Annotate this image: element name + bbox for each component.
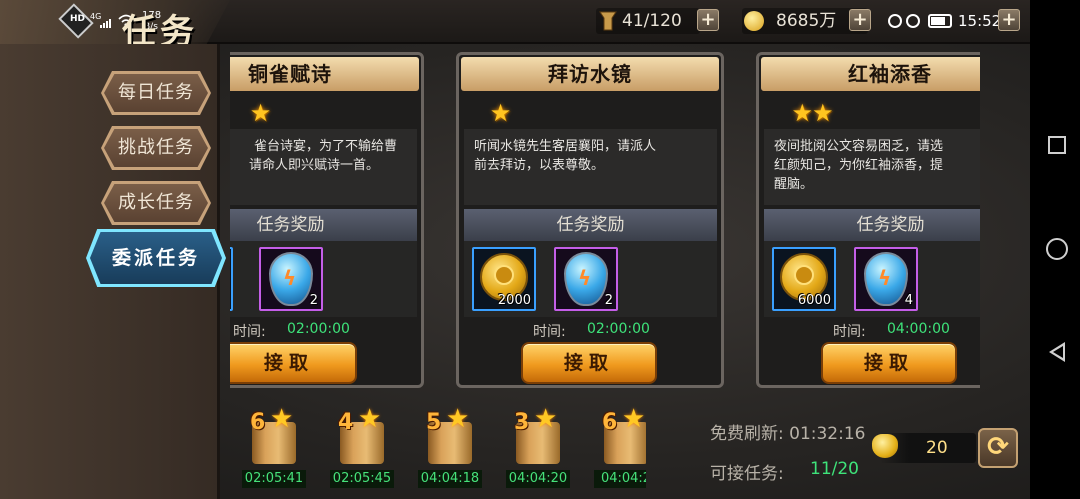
gem-icon: ϟ [864,252,908,306]
add-stamina-button[interactable]: + [697,9,719,31]
accept-button[interactable]: 接取 [230,342,357,384]
signal-icon [100,18,112,28]
dispatch-scroll-slot[interactable]: 6 ★ 02:05:41 [242,404,306,488]
free-refresh-label: 免费刷新: 01:32:16 [710,424,866,444]
tab-growth-tasks[interactable]: 成长任务 [104,184,208,222]
gold-cost-value: 20 [926,438,948,458]
desc-line: 前去拜访，以表尊敬。 [474,158,605,173]
star-icon: ★ [534,404,558,434]
scroll-timer: 04:04:20 [506,470,570,488]
tab-daily-tasks[interactable]: 每日任务 [104,74,208,112]
reward-area: ϟ 2 [230,241,417,317]
home-icon[interactable] [1046,238,1068,260]
star-icon: ★ [622,404,646,434]
coin-icon [744,11,764,31]
scroll-level: 6 [250,410,266,435]
time-label: 时间: [833,324,866,340]
star-icon: ★ [358,404,382,434]
scroll-timer: 02:05:41 [242,470,306,488]
dispatch-scroll-slot[interactable]: 3 ★ 04:04:20 [506,404,570,488]
reward-header: 任务奖励 [764,209,980,241]
item-count: 6000 [797,293,831,308]
star-icon: ★ [489,99,512,127]
item-count: 2 [604,293,613,308]
clock: 15:52 [958,12,1002,30]
time-value: 02:00:00 [587,321,650,337]
time-value: 04:00:00 [887,321,950,337]
scroll-timer: 04:04:18 [418,470,482,488]
task-title: 红袖添香 [761,57,980,91]
add-resource-button[interactable]: + [998,9,1020,31]
time-label: 时间: [233,324,266,340]
task-description: 听闻水镜先生客居襄阳，请派人 前去拜访，以表尊敬。 [464,129,717,205]
item-count: 4 [904,293,913,308]
time-value: 02:00:00 [287,321,350,337]
scroll-clip: 6 ★ 04:04:2 [590,400,646,499]
scroll-level: 5 [426,410,442,435]
task-category-sidebar: 每日任务 挑战任务 成长任务 委派任务 [0,44,226,499]
desc-line: 听闻水镜先生客居襄阳，请派人 [474,139,657,154]
dispatch-scroll-slot[interactable]: 4 ★ 02:05:45 [330,404,394,488]
desc-line: 请命人即兴赋诗一首。 [249,158,380,173]
reward-coin-slot[interactable]: 2000 [472,247,536,311]
reward-area: 6000 ϟ 4 [764,241,980,317]
reward-gem-slot[interactable]: ϟ 2 [259,247,323,311]
desc-line: 夜间批阅公文容易困乏，请选 [774,139,944,154]
task-card: 红袖添香 ★★ 夜间批阅公文容易困乏，请选 红颜知己，为你红袖添香，提 醒脑。 … [756,52,980,388]
reward-header: 任务奖励 [230,209,417,241]
star-icon: ★ [249,99,272,127]
scroll-timer: 04:04:2 [594,470,646,488]
tab-dispatch-tasks[interactable]: 委派任务 [90,232,222,284]
battery-icon [928,14,952,28]
hd-label: HD [70,14,86,24]
task-description: 夜间批阅公文容易困乏，请选 红颜知己，为你红袖添香，提 醒脑。 [764,129,980,205]
scroll-level: 4 [338,410,354,435]
refresh-button[interactable]: ⟳ [978,428,1018,468]
game-screen: HD 4G 178 B/s 任务 41/120 + 8685万 + 15:52 … [0,0,1030,499]
item-count: 2 [309,293,318,308]
scroll-level: 3 [514,410,530,435]
dispatch-scroll-slot[interactable]: 5 ★ 04:04:18 [418,404,482,488]
coin-value: 8685万 [776,11,837,31]
top-bar: HD 4G 178 B/s 任务 41/120 + 8685万 + 15:52 … [0,0,1030,52]
desc-line: 雀台诗宴，为了不输给曹 [254,139,398,154]
star-icon: ★★ [791,99,833,127]
star-icon: ★ [270,404,294,434]
star-icon: ★ [446,404,470,434]
gold-ingot-icon [872,434,898,458]
accept-button[interactable]: 接取 [821,342,957,384]
time-label: 时间: [533,324,566,340]
dispatch-scroll-slot[interactable]: 6 ★ 04:04:2 [594,404,646,488]
reward-gem-slot[interactable]: ϟ 4 [854,247,918,311]
gem-icon: ϟ [269,252,313,306]
scroll-level: 6 [602,410,618,435]
task-title: 铜雀赋诗 [230,57,419,91]
available-tasks-value: 11/20 [810,459,859,479]
reward-coin-slot[interactable]: 6000 [772,247,836,311]
recent-apps-icon[interactable] [1048,136,1066,154]
nfc-icon [888,14,902,28]
reward-coin-slot[interactable] [230,247,233,311]
scroll-timer: 02:05:45 [330,470,394,488]
vibrate-icon [906,14,920,28]
gem-icon: ϟ [564,252,608,306]
desc-line: 醒脑。 [774,177,814,192]
task-card-list[interactable]: 铜雀赋诗 ★ 雀台诗宴，为了不输给曹 请命人即兴赋诗一首。 任务奖励 ϟ 2 时… [230,50,980,395]
stamina-value: 41/120 [622,11,682,31]
stamina-icon [598,10,618,32]
task-title: 拜访水镜 [461,57,719,91]
tab-challenge-tasks[interactable]: 挑战任务 [104,129,208,167]
available-tasks-label: 可接任务: [710,464,784,484]
back-icon-inner [1053,346,1063,358]
stamina-display: 41/120 [596,8,700,34]
add-coin-button[interactable]: + [849,9,871,31]
accept-button[interactable]: 接取 [521,342,657,384]
reward-area: 2000 ϟ 2 [464,241,717,317]
reward-header: 任务奖励 [464,209,717,241]
task-description: 雀台诗宴，为了不输给曹 请命人即兴赋诗一首。 [230,129,417,205]
item-count: 2000 [497,293,531,308]
desc-line: 红颜知己，为你红袖添香，提 [774,158,944,173]
refresh-icon: ⟳ [987,432,1009,462]
reward-gem-slot[interactable]: ϟ 2 [554,247,618,311]
